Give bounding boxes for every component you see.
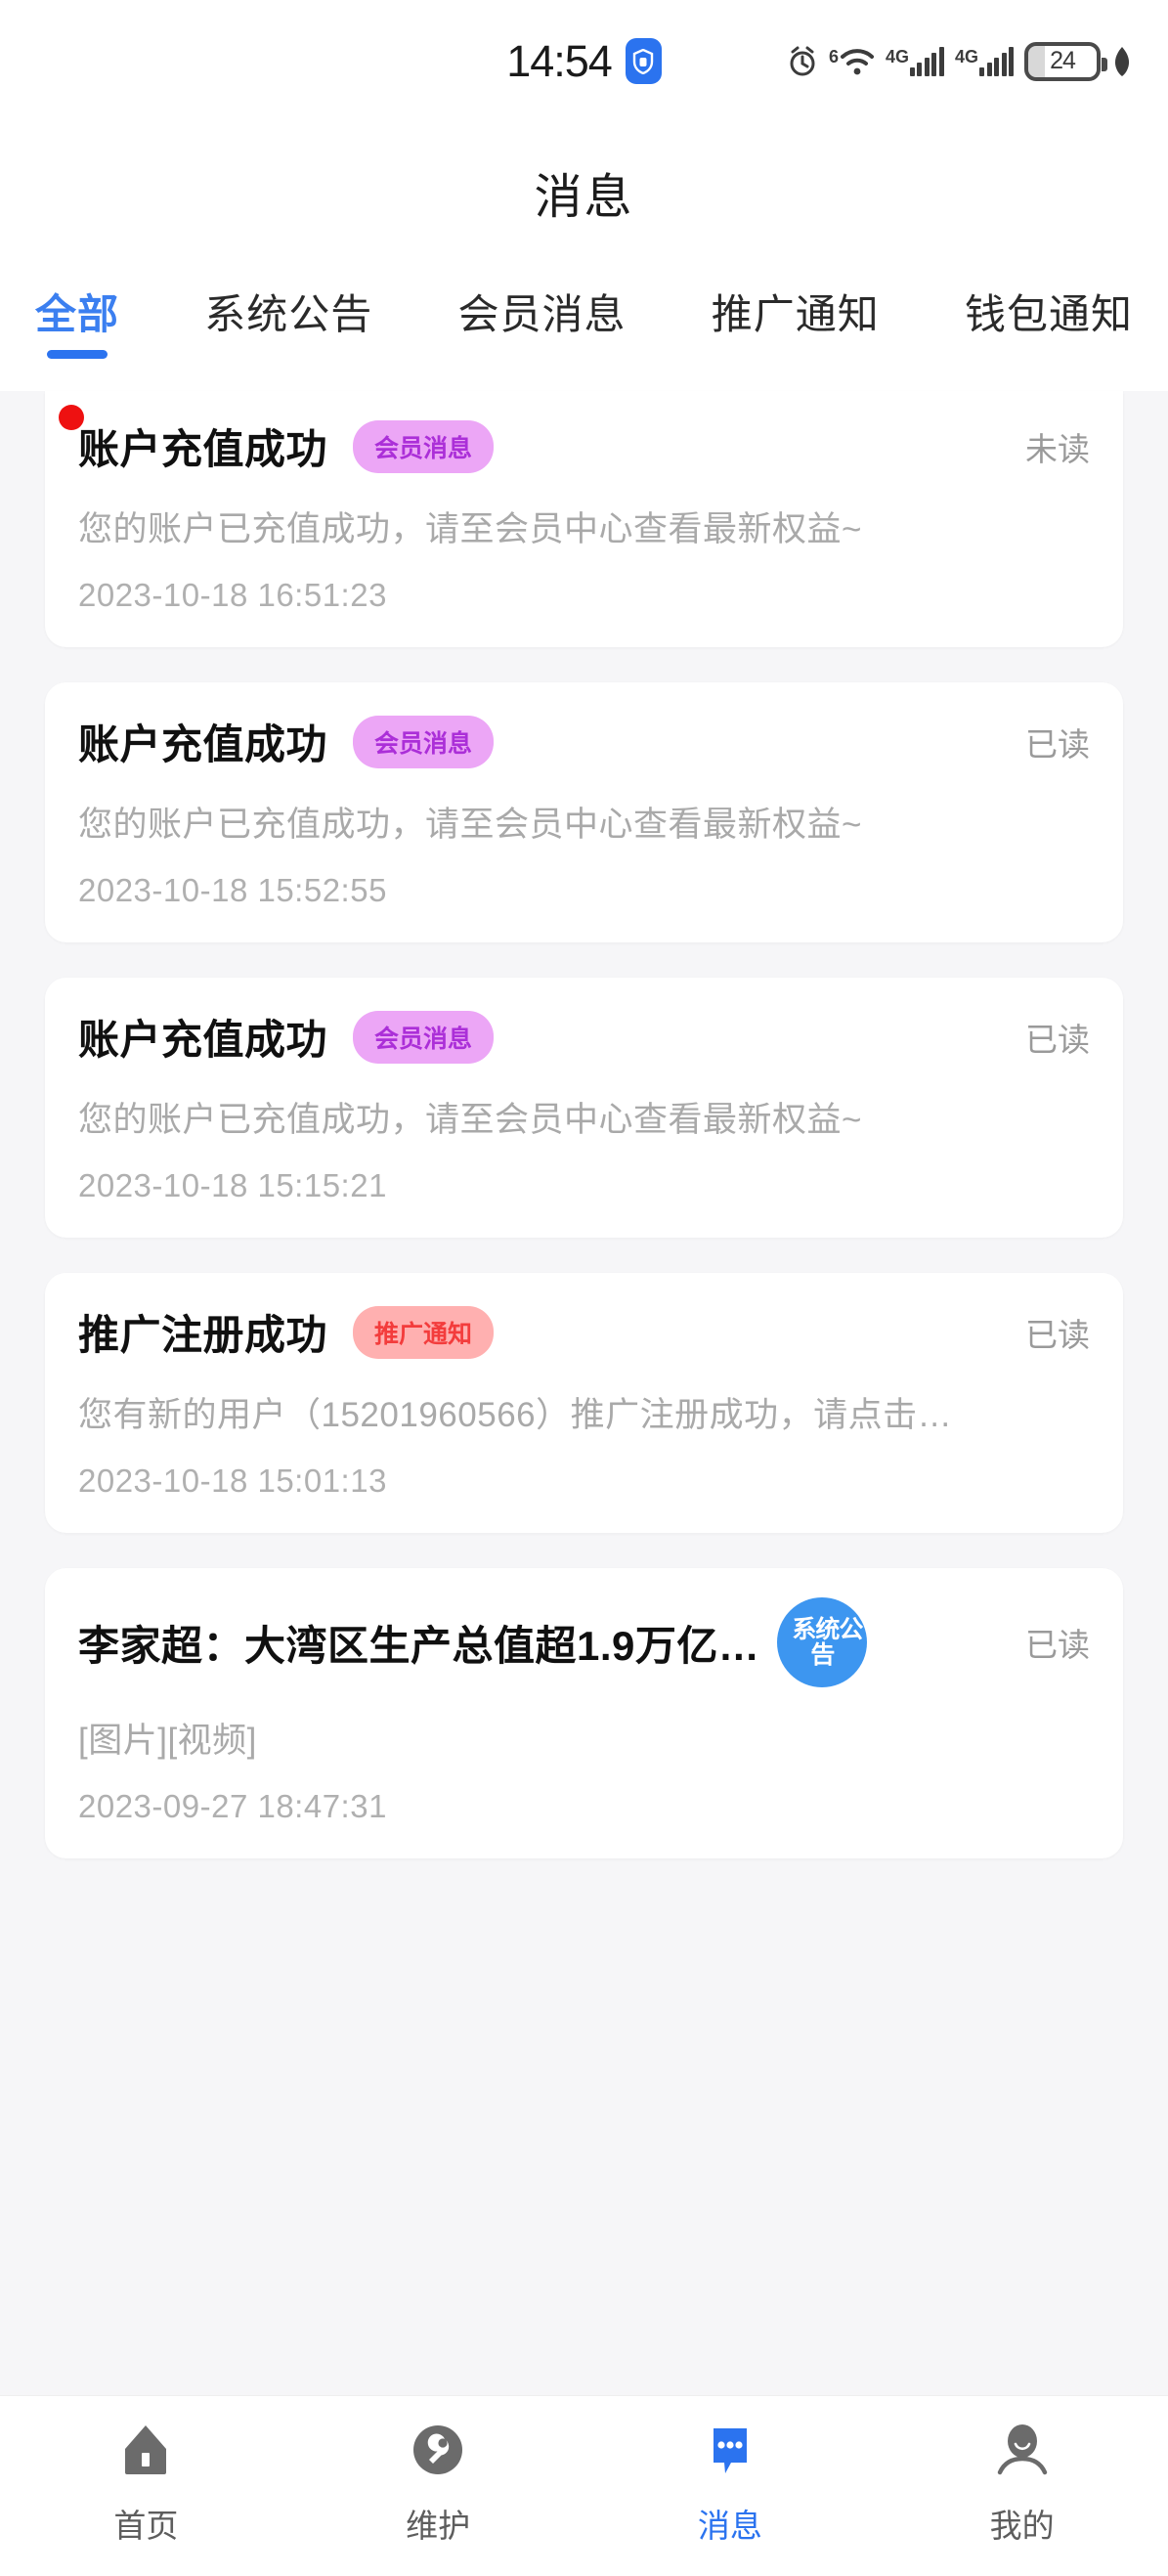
badge-line-2: 告 bbox=[810, 1641, 835, 1669]
signal-4g-sim2-label: 4G bbox=[954, 46, 978, 66]
message-card[interactable]: 李家超：大湾区生产总值超1.9万亿… 系统公告 已读 [图片][视频] 2023… bbox=[45, 1568, 1123, 1858]
message-list: 账户充值成功 会员消息 未读 您的账户已充值成功，请至会员中心查看最新权益~ 2… bbox=[0, 391, 1168, 1858]
message-card-header: 账户充值成功 会员消息 已读 bbox=[78, 712, 1090, 771]
message-read-status: 已读 bbox=[1025, 1627, 1090, 1663]
tab-system-announcement-label: 系统公告 bbox=[204, 291, 373, 337]
tab-promotion-notice[interactable]: 推广通知 bbox=[712, 264, 880, 341]
tab-system-announcement[interactable]: 系统公告 bbox=[204, 264, 372, 341]
page-header: 消息 bbox=[0, 122, 1168, 264]
message-body: 您的账户已充值成功，请至会员中心查看最新权益~ bbox=[78, 510, 862, 548]
message-category-badge: 系统公告 bbox=[777, 1597, 868, 1687]
message-category-badge: 推广通知 bbox=[353, 1305, 495, 1359]
message-card[interactable]: 账户充值成功 会员消息 已读 您的账户已充值成功，请至会员中心查看最新权益~ 2… bbox=[45, 682, 1123, 942]
message-body: 您的账户已充值成功，请至会员中心查看最新权益~ bbox=[78, 806, 862, 844]
signal-bars-sim1 bbox=[909, 46, 944, 76]
message-card-header: 李家超：大湾区生产总值超1.9万亿… 系统公告 已读 bbox=[78, 1597, 1090, 1687]
status-time: 14:54 bbox=[506, 35, 613, 86]
message-time: 2023-10-18 15:15:21 bbox=[78, 1167, 387, 1203]
message-time: 2023-10-18 15:52:55 bbox=[78, 872, 387, 908]
message-time: 2023-10-18 16:51:23 bbox=[78, 577, 387, 613]
message-body: 您的账户已充值成功，请至会员中心查看最新权益~ bbox=[78, 1101, 862, 1139]
message-card-header: 账户充值成功 会员消息 已读 bbox=[78, 1007, 1090, 1067]
status-bar-right: 6 4G 4G 24 bbox=[787, 41, 1133, 81]
nav-item-messages-label: 消息 bbox=[697, 2508, 762, 2544]
message-body: 您有新的用户（15201960566）推广注册成功，请点击… bbox=[78, 1396, 953, 1434]
message-title: 推广注册成功 bbox=[78, 1312, 328, 1358]
battery-level-label: 24 bbox=[1050, 47, 1076, 74]
message-title: 账户充值成功 bbox=[78, 721, 328, 767]
message-card-header: 账户充值成功 会员消息 未读 bbox=[78, 416, 1090, 476]
home-icon bbox=[115, 2414, 176, 2486]
message-card-header: 推广注册成功 推广通知 已读 bbox=[78, 1302, 1090, 1362]
app-shield-icon bbox=[625, 38, 662, 84]
message-category-badge: 会员消息 bbox=[353, 419, 495, 473]
message-category-badge: 会员消息 bbox=[353, 1010, 495, 1064]
message-title: 李家超：大湾区生产总值超1.9万亿… bbox=[78, 1622, 760, 1669]
tab-member-message[interactable]: 会员消息 bbox=[457, 264, 626, 341]
phone-screen: 14:54 6 4G 4G 24 消息 全部 系统公告 会员消息 推广通知 钱包… bbox=[0, 0, 1168, 2576]
signal-4g-sim1-label: 4G bbox=[885, 46, 909, 66]
wifi6-icon: 6 bbox=[829, 47, 875, 76]
message-card[interactable]: 推广注册成功 推广通知 已读 您有新的用户（15201960566）推广注册成功… bbox=[45, 1273, 1123, 1533]
tab-wallet-notice[interactable]: 钱包通知 bbox=[965, 264, 1133, 341]
tab-all-label: 全部 bbox=[35, 291, 120, 337]
status-bar: 14:54 6 4G 4G 24 bbox=[0, 0, 1168, 122]
nav-item-home[interactable]: 首页 bbox=[0, 2414, 292, 2547]
signal-4g-sim1-icon: 4G bbox=[885, 46, 944, 76]
nav-item-maintenance-label: 维护 bbox=[406, 2508, 471, 2544]
battery-icon: 24 bbox=[1024, 41, 1107, 81]
message-body: [图片][视频] bbox=[78, 1722, 257, 1760]
wrench-icon bbox=[408, 2414, 468, 2486]
tab-wallet-notice-label: 钱包通知 bbox=[964, 291, 1133, 337]
tab-member-message-label: 会员消息 bbox=[457, 291, 627, 337]
alarm-icon bbox=[787, 45, 818, 78]
message-category-badge: 会员消息 bbox=[353, 715, 495, 768]
nav-item-profile[interactable]: 我的 bbox=[876, 2414, 1168, 2547]
badge-line-1: 系统公 bbox=[792, 1615, 863, 1643]
signal-4g-sim2-icon: 4G bbox=[954, 46, 1014, 76]
tab-all[interactable]: 全部 bbox=[35, 264, 120, 359]
message-card[interactable]: 账户充值成功 会员消息 未读 您的账户已充值成功，请至会员中心查看最新权益~ 2… bbox=[45, 391, 1123, 647]
tab-bar: 全部 系统公告 会员消息 推广通知 钱包通知 bbox=[0, 264, 1168, 391]
bottom-nav-bar: 首页 维护 消息 我的 bbox=[0, 2395, 1168, 2576]
message-read-status: 未读 bbox=[1025, 430, 1090, 467]
message-title: 账户充值成功 bbox=[78, 1017, 328, 1063]
status-bar-center: 14:54 bbox=[506, 36, 662, 87]
signal-bars-sim2 bbox=[979, 46, 1014, 76]
nav-item-messages[interactable]: 消息 bbox=[584, 2414, 877, 2547]
tab-active-underline bbox=[47, 350, 108, 359]
person-icon bbox=[992, 2414, 1053, 2486]
message-time: 2023-09-27 18:47:31 bbox=[78, 1788, 387, 1824]
message-card[interactable]: 账户充值成功 会员消息 已读 您的账户已充值成功，请至会员中心查看最新权益~ 2… bbox=[45, 978, 1123, 1238]
leaf-icon bbox=[1111, 45, 1133, 78]
message-bubble-icon bbox=[700, 2414, 760, 2486]
nav-item-maintenance[interactable]: 维护 bbox=[292, 2414, 584, 2547]
tab-promotion-notice-label: 推广通知 bbox=[711, 291, 880, 337]
nav-item-profile-label: 我的 bbox=[989, 2508, 1055, 2544]
message-category-badge-text: 系统公告 bbox=[792, 1615, 863, 1669]
message-time: 2023-10-18 15:01:13 bbox=[78, 1463, 387, 1499]
message-title: 账户充值成功 bbox=[78, 426, 328, 472]
nav-item-home-label: 首页 bbox=[113, 2508, 179, 2544]
message-read-status: 已读 bbox=[1025, 1316, 1090, 1353]
wifi-generation-label: 6 bbox=[828, 46, 839, 66]
unread-dot-icon bbox=[59, 405, 84, 430]
message-read-status: 已读 bbox=[1025, 1021, 1090, 1058]
message-read-status: 已读 bbox=[1025, 725, 1090, 763]
page-title: 消息 bbox=[534, 171, 634, 224]
